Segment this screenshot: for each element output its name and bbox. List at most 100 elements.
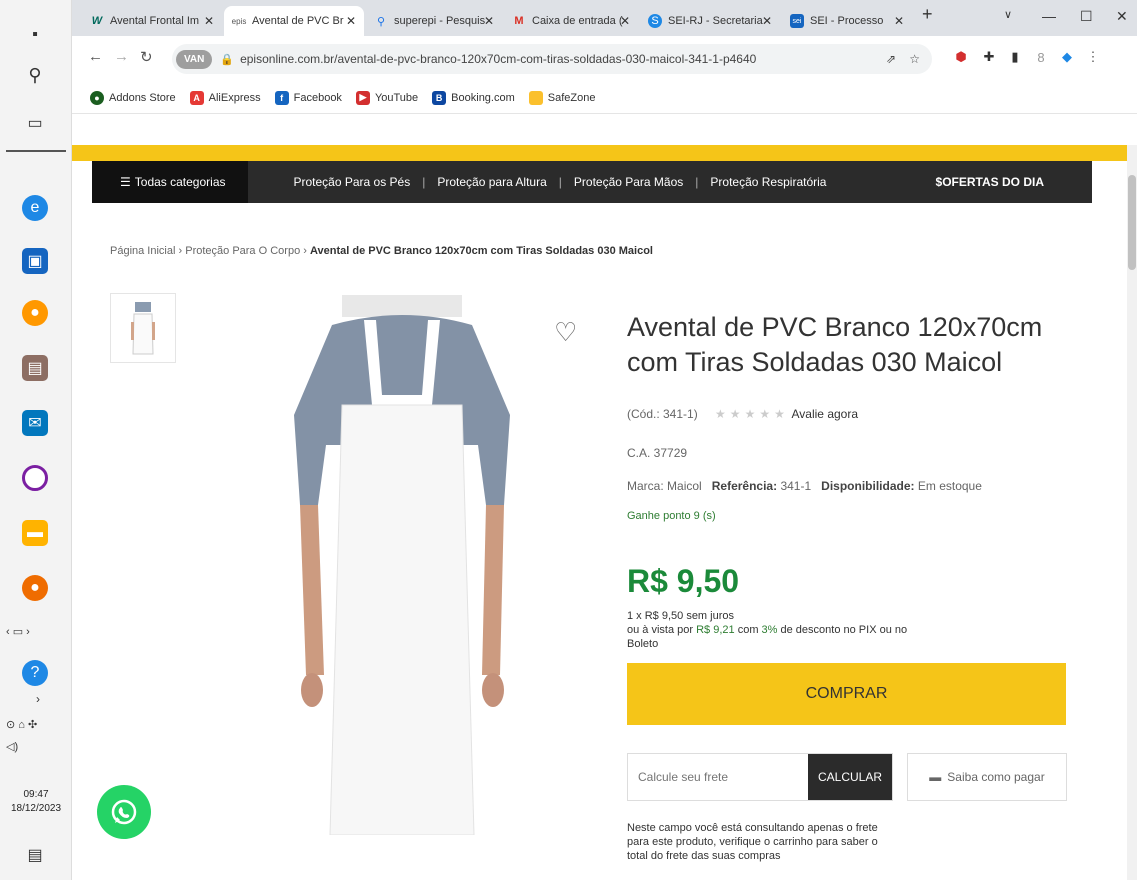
store-icon[interactable]: ▣ — [22, 248, 48, 274]
buy-button[interactable]: COMPRAR — [627, 663, 1066, 725]
tab-4[interactable]: M Caixa de entrada ( ✕ — [504, 6, 638, 36]
bookmark-addons-store[interactable]: ● Addons Store — [90, 90, 176, 105]
notification-icon[interactable]: ▤ — [22, 842, 48, 868]
window-close-icon[interactable]: ✕ — [1116, 8, 1128, 25]
tab-title: Caixa de entrada ( — [532, 15, 623, 27]
mail-icon[interactable]: ✉ — [22, 410, 48, 436]
volume-icon[interactable]: ◁) — [6, 740, 18, 753]
bookmark-label: Facebook — [293, 91, 342, 104]
product-title: Avental de PVC Branco 120x70cm com Tiras… — [627, 312, 1043, 377]
freight-input[interactable] — [628, 770, 808, 784]
youtube-icon: ▶ — [355, 90, 370, 105]
scrollbar-thumb[interactable] — [1128, 175, 1136, 270]
task-view-icon[interactable]: ▭ — [22, 110, 48, 136]
bookmark-facebook[interactable]: f Facebook — [274, 90, 342, 105]
file-explorer-icon[interactable]: ▬ — [22, 520, 48, 546]
vpn-shield-icon[interactable]: ◆ — [1058, 48, 1076, 66]
tab-favicon-icon: epis — [231, 16, 247, 26]
product-code-row: (Cód.: 341-1) ★★★★★ Avalie agora — [627, 407, 858, 421]
bookmark-star-icon[interactable]: ☆ — [909, 52, 920, 66]
nav-item-respiratory[interactable]: Proteção Respiratória — [698, 175, 838, 189]
extensions-puzzle-icon[interactable]: ✚ — [980, 48, 998, 66]
sidepanel-icon[interactable]: ▮ — [1006, 48, 1024, 66]
tab-6[interactable]: sei SEI - Processo ✕ — [782, 6, 912, 36]
search-icon[interactable]: ⚲ — [22, 62, 48, 88]
tab-title: SEI-RJ - Secretaria — [668, 15, 763, 27]
breadcrumb-category[interactable]: Proteção Para O Corpo — [185, 245, 300, 257]
share-icon[interactable]: ⇗ — [886, 52, 896, 66]
product-thumbnail[interactable] — [110, 293, 176, 363]
forward-icon[interactable]: → — [114, 48, 129, 65]
nav-item-hands[interactable]: Proteção Para Mãos — [562, 175, 695, 189]
installments-text: 1 x R$ 9,50 sem juros — [627, 610, 734, 622]
tray-icons[interactable]: ⊙ ⌂ ✣ — [6, 718, 37, 731]
chrome-icon[interactable] — [22, 465, 48, 491]
tab-3[interactable]: ⚲ superepi - Pesquis ✕ — [366, 6, 502, 36]
rating-stars-icon[interactable]: ★★★★★ — [715, 407, 789, 421]
bookmark-youtube[interactable]: ▶ YouTube — [355, 90, 418, 105]
close-icon[interactable]: ✕ — [762, 14, 772, 28]
url-pill[interactable]: VAN — [176, 49, 213, 69]
bookmark-label: Addons Store — [109, 91, 176, 104]
close-icon[interactable]: ✕ — [484, 14, 494, 28]
product-image[interactable] — [272, 295, 532, 835]
start-icon[interactable]: ▪ — [22, 22, 48, 48]
nav-item-feet[interactable]: Proteção Para os Pés — [282, 175, 423, 189]
tab-2-active[interactable]: epis Avental de PVC Br ✕ — [224, 6, 364, 36]
sei-icon: S — [648, 14, 662, 28]
product-attributes: Marca: Maicol Referência: 341-1 Disponib… — [627, 479, 982, 493]
scroll-arrows[interactable]: ‹ ▭ › — [6, 625, 30, 638]
lock-icon[interactable]: 🔒 — [220, 53, 234, 66]
help-icon[interactable]: ? — [22, 660, 48, 686]
maximize-icon[interactable]: ☐ — [1080, 8, 1093, 25]
scrollbar[interactable] — [1127, 145, 1137, 880]
bookmark-booking[interactable]: B Booking.com — [432, 90, 515, 105]
cash-prefix: ou à vista por — [627, 624, 694, 636]
product-code: (Cód.: 341-1) — [627, 407, 698, 421]
omnibox[interactable]: VAN 🔒 episonline.com.br/avental-de-pvc-b… — [172, 44, 932, 74]
firefox-icon[interactable]: ● — [22, 575, 48, 601]
rate-now-link[interactable]: Avalie agora — [792, 407, 859, 421]
edge-icon[interactable]: e — [22, 195, 48, 221]
breadcrumb-home[interactable]: Página Inicial — [110, 245, 175, 257]
offers-label: OFERTAS DO DIA — [942, 175, 1044, 189]
nav-item-height[interactable]: Proteção para Altura — [425, 175, 558, 189]
chevron-right-icon[interactable]: › — [36, 692, 40, 706]
calculate-button[interactable]: CALCULAR — [808, 754, 892, 800]
freight-note: Neste campo você está consultando apenas… — [627, 822, 878, 862]
extension-shield-icon[interactable]: ⬢ — [952, 48, 970, 66]
divider — [6, 150, 66, 152]
notes-icon[interactable]: ▤ — [22, 355, 48, 381]
breadcrumb: Página Inicial › Proteção Para O Corpo ›… — [110, 245, 653, 257]
new-tab-icon[interactable]: + — [922, 4, 933, 25]
minimize-icon[interactable]: — — [1042, 8, 1056, 24]
close-icon[interactable]: ✕ — [620, 14, 630, 28]
heart-icon[interactable]: ♡ — [554, 317, 577, 348]
back-icon[interactable]: ← — [88, 48, 103, 65]
tab-1[interactable]: W Avental Frontal Im ✕ — [82, 6, 222, 36]
web-page: ☰ Todas categorias Proteção Para os Pés … — [72, 145, 1127, 880]
tab-search-icon[interactable]: ∨ — [1004, 8, 1012, 21]
bookmark-label: SafeZone — [547, 91, 596, 104]
profile-icon[interactable]: 8 — [1032, 48, 1050, 66]
address-bar: ← → ↻ VAN 🔒 episonline.com.br/avental-de… — [72, 36, 1137, 82]
url-text[interactable]: episonline.com.br/avental-de-pvc-branco-… — [240, 52, 756, 66]
close-icon[interactable]: ✕ — [346, 14, 356, 28]
app-icon[interactable]: ● — [22, 300, 48, 326]
bookmark-safezone[interactable]: SafeZone — [528, 90, 596, 105]
menu-icon[interactable]: ⋮ — [1084, 48, 1102, 66]
offers-link[interactable]: $OFERTAS DO DIA — [936, 175, 1044, 189]
payment-info-button[interactable]: ▬ Saiba como pagar — [907, 753, 1067, 801]
availability-value: Em estoque — [917, 479, 982, 493]
all-categories-button[interactable]: ☰ Todas categorias — [92, 161, 248, 203]
tab-5[interactable]: S SEI-RJ - Secretaria ✕ — [640, 6, 780, 36]
whatsapp-icon[interactable] — [97, 785, 151, 839]
bookmark-aliexpress[interactable]: A AliExpress — [189, 90, 261, 105]
clock[interactable]: 09:47 18/12/2023 — [2, 788, 70, 816]
aliexpress-icon: A — [189, 90, 204, 105]
reload-icon[interactable]: ↻ — [140, 48, 153, 66]
close-icon[interactable]: ✕ — [204, 14, 214, 28]
windows-taskbar: ▪ ⚲ ▭ e ▣ ● ▤ ✉ ▬ ● ‹ ▭ › ? › ⊙ ⌂ ✣ ◁) 0… — [0, 0, 72, 880]
cash-price: R$ 9,21 — [696, 624, 735, 636]
close-icon[interactable]: ✕ — [894, 14, 904, 28]
